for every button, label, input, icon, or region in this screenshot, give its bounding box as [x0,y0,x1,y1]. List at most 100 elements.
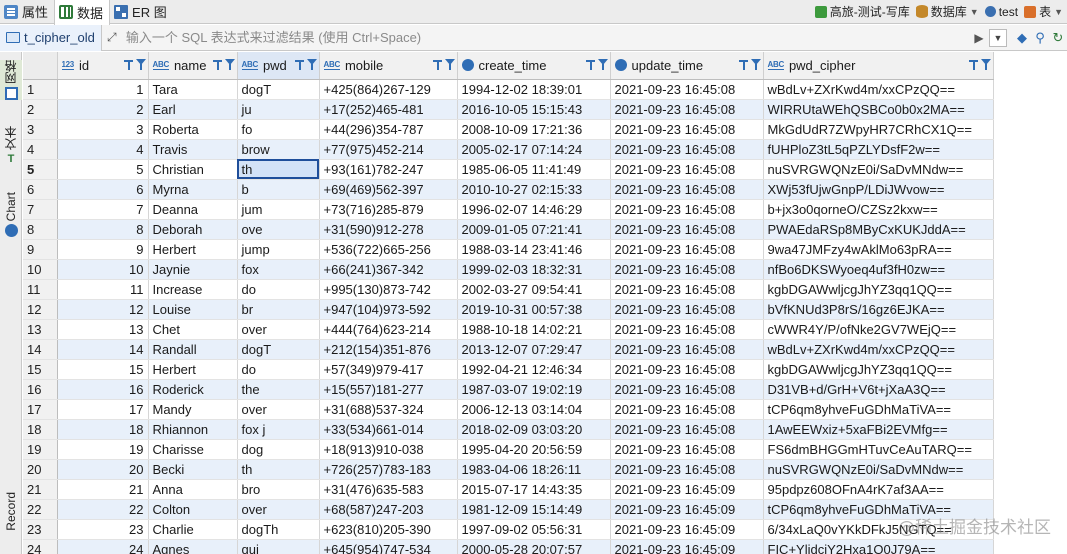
cell-id[interactable]: 12 [57,299,149,320]
table-row[interactable]: 2 2 Earl ju +17(252)465-481 2016-10-05 15:15:… [23,99,994,120]
cell-pwd-cipher[interactable]: XWj53fUjwGnpP/LDiJWvow== [763,179,994,200]
row-number[interactable]: 6 [23,179,58,200]
cell-id[interactable]: 4 [57,139,149,160]
table-row[interactable]: 13 13 Chet over +444(764)623-214 1988-10-18 1… [23,319,994,340]
cell-id[interactable]: 23 [57,519,149,540]
row-number[interactable]: 23 [23,519,58,540]
table-row[interactable]: 17 17 Mandy over +31(688)537-324 2006-12-13 0… [23,399,994,420]
cell-pwd-cipher[interactable]: 95pdpz608OFnA4rK7af3AA== [763,479,994,500]
cell-pwd-cipher[interactable]: wBdLv+ZXrKwd4m/xxCPzQQ== [763,79,994,100]
cell-update-time[interactable]: 2021-09-23 16:45:08 [610,119,764,140]
table-row[interactable]: 6 6 Myrna b +69(469)562-397 2010-10-27 02:15:… [23,179,994,200]
cell-id[interactable]: 1 [57,79,149,100]
sql-filter-input[interactable] [121,27,969,48]
column-header-pwd[interactable]: ABC pwd [237,52,320,80]
cell-update-time[interactable]: 2021-09-23 16:45:08 [610,299,764,320]
cell-pwd[interactable]: jum [237,199,320,220]
user-selector[interactable]: test [984,5,1018,19]
cell-create-time[interactable]: 1992-04-21 12:46:34 [457,359,611,380]
cell-pwd-cipher[interactable]: PWAEdaRSp8MByCxKUKJddA== [763,219,994,240]
cell-name[interactable]: Deborah [148,219,238,240]
cell-create-time[interactable]: 1997-09-02 05:56:31 [457,519,611,540]
cell-id[interactable]: 22 [57,499,149,520]
cell-update-time[interactable]: 2021-09-23 16:45:09 [610,519,764,540]
cell-pwd[interactable]: over [237,399,320,420]
cell-pwd[interactable]: qui [237,539,320,554]
row-number[interactable]: 9 [23,239,58,260]
column-header-name[interactable]: ABC name [148,52,238,80]
table-row[interactable]: 4 4 Travis brow +77(975)452-214 2005-02-17 07… [23,139,994,160]
sort-icon[interactable] [738,58,749,72]
connection-selector[interactable]: 高旅-测试-写库 [814,3,910,20]
cell-id[interactable]: 18 [57,419,149,440]
cell-pwd-cipher[interactable]: nuSVRGWQNzE0i/SaDvMNdw== [763,159,994,180]
cell-pwd-cipher[interactable]: nfBo6DKSWyoeq4uf3fH0zw== [763,259,994,280]
tab-data[interactable]: 数据 [54,0,111,25]
cell-pwd[interactable]: over [237,319,320,340]
cell-id[interactable]: 10 [57,259,149,280]
cell-pwd-cipher[interactable]: FIC+YlidciY2Hxa1O0J79A== [763,539,994,554]
cell-update-time[interactable]: 2021-09-23 16:45:09 [610,479,764,500]
row-number[interactable]: 10 [23,259,58,280]
cell-update-time[interactable]: 2021-09-23 16:45:08 [610,399,764,420]
cell-update-time[interactable]: 2021-09-23 16:45:09 [610,499,764,520]
row-number[interactable]: 4 [23,139,58,160]
table-row[interactable]: 19 19 Charisse dog +18(913)910-038 1995-04-20… [23,439,994,460]
cell-id[interactable]: 14 [57,339,149,360]
cell-mobile[interactable]: +31(688)537-324 [319,399,458,420]
cell-pwd[interactable]: jump [237,239,320,260]
cell-create-time[interactable]: 2009-01-05 07:21:41 [457,219,611,240]
table-row[interactable]: 1 1 Tara dogT +425(864)267-129 1994-12-02 18:… [23,79,994,100]
row-number[interactable]: 22 [23,499,58,520]
cell-pwd[interactable]: b [237,179,320,200]
row-number[interactable]: 24 [23,539,58,554]
sort-icon[interactable] [432,58,443,72]
cell-mobile[interactable]: +31(590)912-278 [319,219,458,240]
table-row[interactable]: 21 21 Anna bro +31(476)635-583 2015-07-17 14:… [23,479,994,500]
cell-name[interactable]: Becki [148,459,238,480]
cell-create-time[interactable]: 1988-03-14 23:41:46 [457,239,611,260]
cell-name[interactable]: Charisse [148,439,238,460]
tab-record-view[interactable]: Record [0,492,22,531]
cell-update-time[interactable]: 2021-09-23 16:45:08 [610,319,764,340]
cell-name[interactable]: Increase [148,279,238,300]
cell-mobile[interactable]: +947(104)973-592 [319,299,458,320]
tab-chart-view[interactable]: Chart [0,192,22,238]
cell-pwd-cipher[interactable]: b+jx3o0qorneO/CZSz2kxw== [763,199,994,220]
cell-pwd[interactable]: bro [237,479,320,500]
cell-name[interactable]: Deanna [148,199,238,220]
cell-pwd[interactable]: fo [237,119,320,140]
cell-id[interactable]: 11 [57,279,149,300]
cell-create-time[interactable]: 2010-10-27 02:15:33 [457,179,611,200]
cell-create-time[interactable]: 1988-10-18 14:02:21 [457,319,611,340]
cell-pwd-cipher[interactable]: cWWR4Y/P/ofNke2GV7WEjQ== [763,319,994,340]
row-number[interactable]: 21 [23,479,58,500]
table-row[interactable]: 16 16 Roderick the +15(557)181-277 1987-03-07… [23,379,994,400]
column-header-id[interactable]: 123 id [57,52,149,80]
cell-mobile[interactable]: +18(913)910-038 [319,439,458,460]
cell-id[interactable]: 24 [57,539,149,554]
filter-settings-icon[interactable]: ⚲ [1031,29,1049,47]
cell-mobile[interactable]: +33(534)661-014 [319,419,458,440]
sort-icon[interactable] [585,58,596,72]
column-header-pwd-cipher[interactable]: ABC pwd_cipher [763,52,994,80]
cell-id[interactable]: 15 [57,359,149,380]
cell-update-time[interactable]: 2021-09-23 16:45:08 [610,179,764,200]
cell-mobile[interactable]: +44(296)354-787 [319,119,458,140]
cell-id[interactable]: 13 [57,319,149,340]
table-row[interactable]: 3 3 Roberta fo +44(296)354-787 2008-10-09 17:… [23,119,994,140]
cell-mobile[interactable]: +444(764)623-214 [319,319,458,340]
cell-update-time[interactable]: 2021-09-23 16:45:08 [610,239,764,260]
row-number[interactable]: 3 [23,119,58,140]
cell-pwd[interactable]: do [237,359,320,380]
table-row[interactable]: 5 5 Christian th +93(161)782-247 1985-06-05 1… [23,159,994,180]
cell-mobile[interactable]: +73(716)285-879 [319,199,458,220]
cell-create-time[interactable]: 2019-10-31 00:57:38 [457,299,611,320]
cell-pwd[interactable]: brow [237,139,320,160]
cell-create-time[interactable]: 2008-10-09 17:21:36 [457,119,611,140]
row-number[interactable]: 13 [23,319,58,340]
column-filter-icon[interactable] [597,59,608,71]
cell-name[interactable]: Chet [148,319,238,340]
cell-id[interactable]: 8 [57,219,149,240]
row-number[interactable]: 17 [23,399,58,420]
